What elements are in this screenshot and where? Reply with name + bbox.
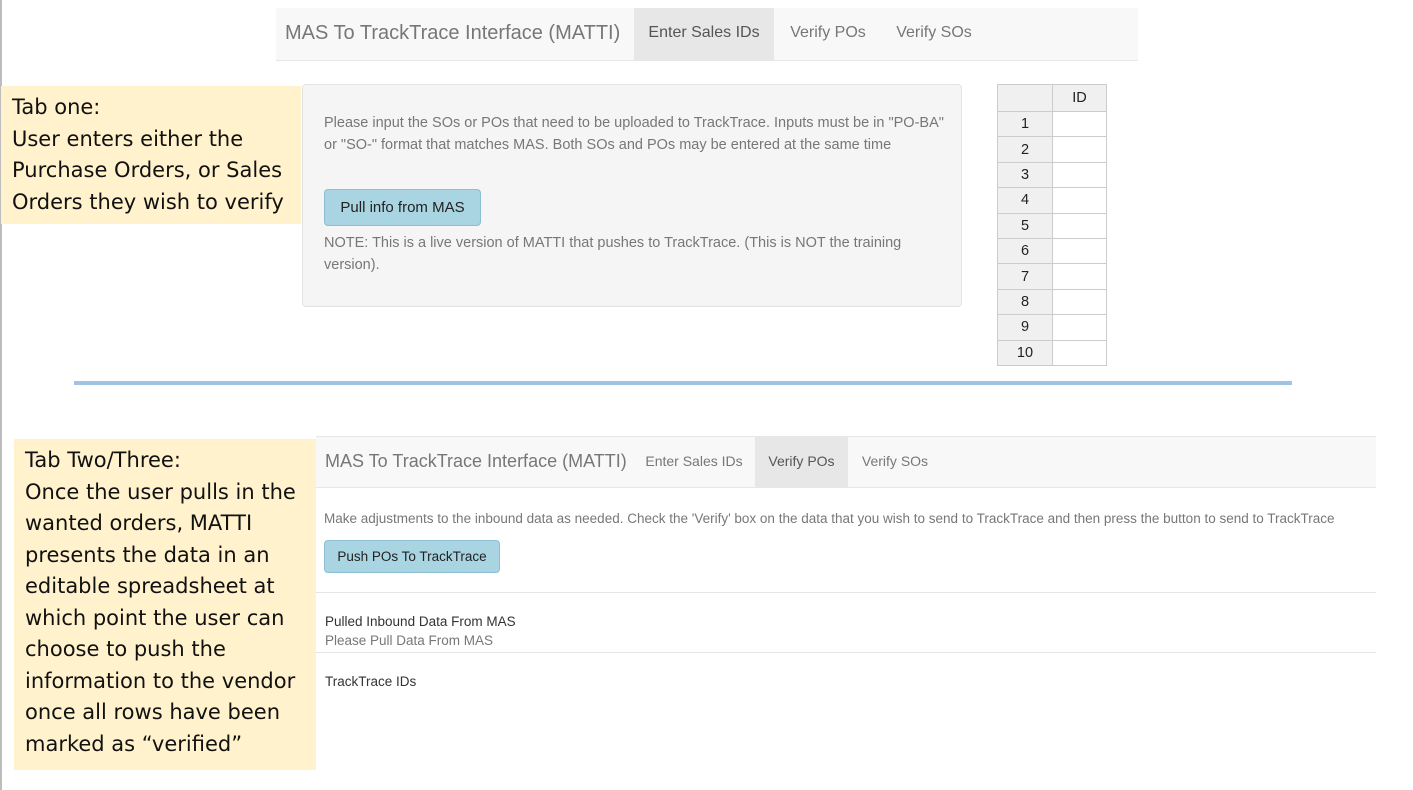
grid-column-header-id: ID xyxy=(1052,84,1107,112)
annotation-line: information to the vendor xyxy=(25,668,296,693)
annotation-line: Purchase Orders, or Sales xyxy=(12,158,283,182)
grid-row-header: 1 xyxy=(997,110,1053,138)
input-instructions-text: Please input the SOs or POs that need to… xyxy=(324,115,944,153)
grid-corner-cell xyxy=(997,84,1053,112)
input-instructions-panel: Please input the SOs or POs that need to… xyxy=(302,84,962,307)
grid-id-cell[interactable] xyxy=(1052,187,1107,214)
annotation-line: once all rows have been xyxy=(25,700,281,724)
grid-row-header: 3 xyxy=(997,161,1053,189)
verify-instructions-text: Make adjustments to the inbound data as … xyxy=(324,511,1335,526)
top-tab-verify-sos[interactable]: Verify SOs xyxy=(886,8,982,60)
top-tab-verify-pos[interactable]: Verify POs xyxy=(778,8,878,60)
bottom-tab-enter-sales-ids[interactable]: Enter Sales IDs xyxy=(634,437,754,487)
grid-id-cell[interactable] xyxy=(1052,237,1107,265)
grid-id-cell[interactable] xyxy=(1052,339,1107,366)
top-navbar: MAS To TrackTrace Interface (MATTI) Ente… xyxy=(276,8,1138,61)
tab-two-three-annotation: Tab Two/Three: Once the user pulls in th… xyxy=(14,439,316,770)
section-divider xyxy=(74,381,1292,385)
section-separator xyxy=(316,652,1376,653)
grid-row-header: 2 xyxy=(997,136,1053,163)
grid-row-header: 10 xyxy=(997,339,1053,366)
annotation-line: presents the data in an xyxy=(25,542,270,567)
grid-id-cell[interactable] xyxy=(1052,136,1107,163)
grid-row-header: 4 xyxy=(997,187,1053,214)
grid-row-header: 6 xyxy=(997,237,1053,265)
grid-id-cell[interactable] xyxy=(1052,314,1107,341)
bottom-navbar: MAS To TrackTrace Interface (MATTI) Ente… xyxy=(316,436,1376,488)
tab-one-annotation: Tab one: User enters either the Purchase… xyxy=(1,86,301,224)
annotation-line: choose to push the xyxy=(25,637,226,661)
top-tab-enter-sales-ids[interactable]: Enter Sales IDs xyxy=(634,8,774,60)
push-pos-to-tracktrace-button[interactable]: Push POs To TrackTrace xyxy=(324,540,500,573)
id-input-grid: ID 1 2 3 4 5 6 7 8 9 10 xyxy=(997,84,1107,366)
live-version-note: NOTE: This is a live version of MATTI th… xyxy=(324,235,902,273)
section-separator xyxy=(316,592,1376,593)
annotation-line: Tab Two/Three: xyxy=(25,448,181,472)
grid-id-cell[interactable] xyxy=(1052,288,1107,316)
grid-row-header: 5 xyxy=(997,212,1053,239)
grid-id-cell[interactable] xyxy=(1052,161,1107,189)
grid-id-cell[interactable] xyxy=(1052,212,1107,239)
bottom-tab-verify-pos[interactable]: Verify POs xyxy=(755,437,848,487)
annotation-line: wanted orders, MATTI xyxy=(25,511,253,535)
grid-id-cell[interactable] xyxy=(1052,263,1107,290)
pulled-data-placeholder: Please Pull Data From MAS xyxy=(325,633,494,648)
grid-id-cell[interactable] xyxy=(1052,110,1107,138)
grid-row-header: 9 xyxy=(997,314,1053,341)
annotation-line: marked as “verified” xyxy=(25,731,243,756)
pulled-inbound-data-heading: Pulled Inbound Data From MAS xyxy=(325,614,516,629)
bottom-app-title[interactable]: MAS To TrackTrace Interface (MATTI) xyxy=(325,437,627,487)
top-app-title[interactable]: MAS To TrackTrace Interface (MATTI) xyxy=(285,8,620,60)
pull-info-from-mas-button[interactable]: Pull info from MAS xyxy=(324,189,481,226)
annotation-line: editable spreadsheet at xyxy=(25,574,275,598)
grid-row-header: 8 xyxy=(997,288,1053,316)
bottom-tab-verify-sos[interactable]: Verify SOs xyxy=(850,437,940,487)
annotation-line: Tab one: xyxy=(12,95,101,119)
grid-row-header: 7 xyxy=(997,263,1053,290)
annotation-line: which point the user can xyxy=(25,605,285,630)
annotation-line: Orders they wish to verify xyxy=(12,189,284,214)
annotation-line: User enters either the xyxy=(12,126,244,151)
tracktrace-ids-heading: TrackTrace IDs xyxy=(325,674,417,689)
annotation-line: Once the user pulls in the xyxy=(25,479,296,504)
